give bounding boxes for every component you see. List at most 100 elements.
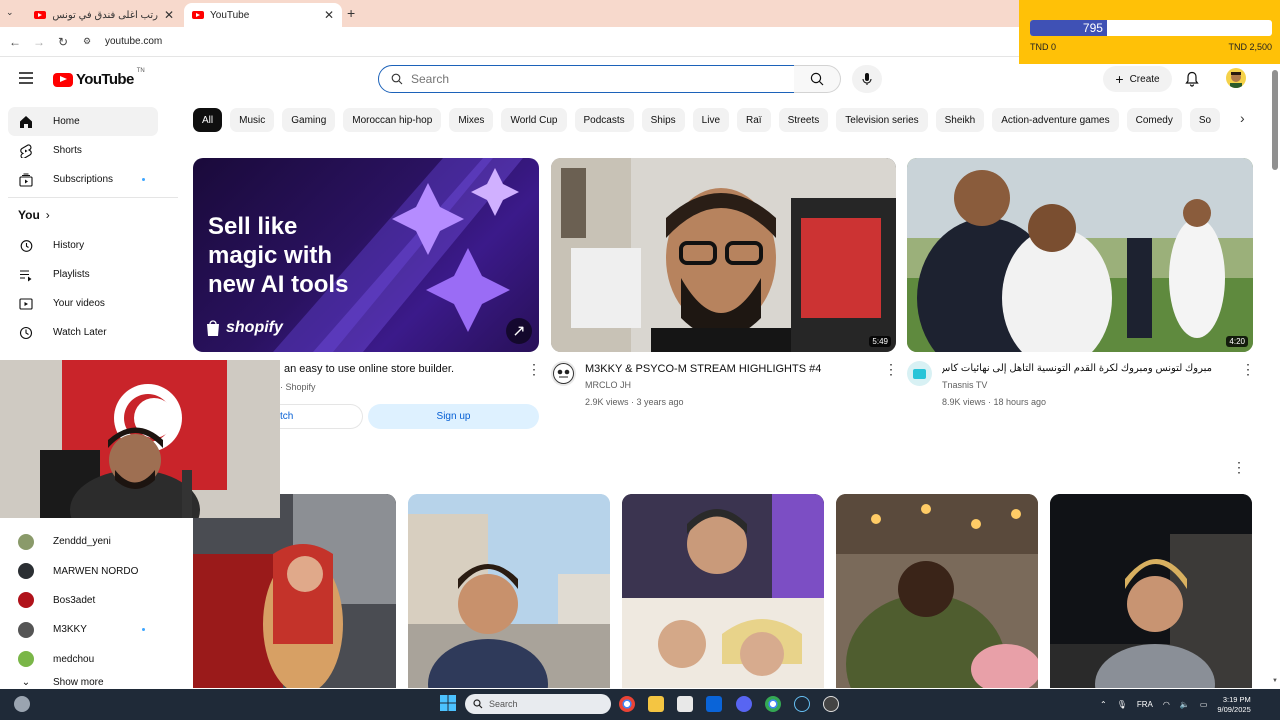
- chip-ra[interactable]: Raï: [737, 108, 771, 132]
- search-box[interactable]: [378, 65, 795, 93]
- create-button[interactable]: + Create: [1103, 66, 1172, 92]
- weather-icon[interactable]: [14, 696, 30, 712]
- language-indicator[interactable]: FRA: [1137, 700, 1153, 709]
- video-title[interactable]: M3KKY & PSYCO-M STREAM HIGHLIGHTS #4: [585, 363, 821, 375]
- search-input[interactable]: [411, 72, 771, 86]
- subscription-item[interactable]: Bos3adet: [8, 586, 183, 615]
- open-external-icon[interactable]: ↗: [506, 318, 532, 344]
- signup-button[interactable]: Sign up: [368, 404, 539, 429]
- back-icon[interactable]: ←: [3, 35, 27, 49]
- donation-progress-track: 795: [1030, 20, 1272, 36]
- chip-streets[interactable]: Streets: [778, 108, 829, 132]
- volume-icon[interactable]: 🔈: [1180, 700, 1190, 709]
- scroll-down-icon[interactable]: ▼: [1272, 678, 1278, 684]
- more-options-icon[interactable]: ⋮: [1241, 362, 1255, 376]
- youtube-favicon-icon: [192, 11, 204, 19]
- new-tab-icon[interactable]: +: [347, 5, 355, 21]
- steam-icon[interactable]: [794, 696, 810, 712]
- store-icon[interactable]: [677, 696, 693, 712]
- channel-avatar[interactable]: [551, 361, 576, 386]
- more-options-icon[interactable]: ⋮: [884, 362, 898, 376]
- short-thumbnail[interactable]: [622, 494, 824, 688]
- notifications-bell-icon[interactable]: [1185, 71, 1199, 92]
- close-tab-icon[interactable]: ✕: [324, 8, 334, 22]
- obs-icon[interactable]: [823, 696, 839, 712]
- watch-later-icon: [18, 325, 34, 341]
- sidebar-item-subscriptions[interactable]: Subscriptions: [8, 165, 178, 194]
- chip-moroccan-hip-hop[interactable]: Moroccan hip-hop: [343, 108, 442, 132]
- channel-avatar[interactable]: [907, 361, 932, 386]
- chip-comedy[interactable]: Comedy: [1126, 108, 1182, 132]
- subscription-item[interactable]: medchou: [8, 645, 183, 674]
- sidebar-item-home[interactable]: Home: [8, 107, 158, 136]
- ad-title[interactable]: an easy to use online store builder.: [284, 363, 454, 375]
- chip-mixes[interactable]: Mixes: [449, 108, 494, 132]
- shorts-shelf-more-icon[interactable]: ⋮: [1232, 460, 1246, 474]
- site-info-icon[interactable]: ⚙: [75, 36, 99, 47]
- sidebar-item-watch-later[interactable]: Watch Later: [8, 318, 178, 347]
- chip-action-adventure-games[interactable]: Action-adventure games: [992, 108, 1119, 132]
- short-thumbnail-image: [408, 494, 610, 688]
- chevron-up-icon[interactable]: ⌃: [1100, 700, 1107, 709]
- windows-start-icon[interactable]: [440, 695, 456, 716]
- sidebar-item-playlists[interactable]: Playlists: [8, 260, 178, 289]
- youtube-logo[interactable]: YouTube TN: [53, 68, 145, 88]
- voice-search-button[interactable]: [852, 65, 882, 93]
- page-scrollbar[interactable]: ▲ ▼: [1270, 60, 1280, 688]
- subscription-item[interactable]: MARWEN NORDO: [8, 556, 183, 585]
- menu-icon[interactable]: [18, 71, 34, 90]
- browser-tab-1[interactable]: رتب أغلى فندق في تونس ل ✕: [26, 3, 182, 27]
- chip-sheikh[interactable]: Sheikh: [935, 108, 985, 132]
- video-thumbnail[interactable]: 5:49: [551, 158, 896, 352]
- discord-icon[interactable]: [736, 696, 752, 712]
- reload-icon[interactable]: ↻: [51, 35, 75, 49]
- chip-so[interactable]: So: [1189, 108, 1221, 132]
- video-title[interactable]: مبروك لتونس ومبروك لكرة القدم التونسية ا…: [942, 363, 1212, 374]
- chip-live[interactable]: Live: [692, 108, 730, 132]
- chrome-icon[interactable]: [619, 696, 635, 712]
- battery-icon[interactable]: ▭: [1200, 700, 1208, 709]
- watch-button[interactable]: tch: [280, 404, 363, 429]
- search-button[interactable]: [794, 65, 841, 93]
- chip-television-series[interactable]: Television series: [836, 108, 928, 132]
- wifi-icon[interactable]: ◠: [1163, 700, 1170, 709]
- chip-ships[interactable]: Ships: [641, 108, 685, 132]
- sidebar-item-shorts[interactable]: Shorts: [8, 136, 178, 165]
- sidebar-item-your-videos[interactable]: Your videos: [8, 289, 178, 318]
- file-explorer-icon[interactable]: [648, 696, 664, 712]
- chip-all[interactable]: All: [193, 108, 223, 132]
- microphone-icon[interactable]: 🎙: [1117, 700, 1127, 709]
- taskbar-search[interactable]: Search: [465, 694, 611, 714]
- short-thumbnail[interactable]: [836, 494, 1038, 688]
- video-thumbnail[interactable]: 4:20: [907, 158, 1253, 352]
- create-label: Create: [1129, 73, 1160, 85]
- account-avatar[interactable]: [1226, 68, 1246, 88]
- subscription-item[interactable]: M3KKY: [8, 615, 183, 644]
- short-thumbnail[interactable]: [193, 494, 396, 688]
- url-field[interactable]: youtube.com: [105, 36, 162, 47]
- scrollbar-thumb[interactable]: [1272, 70, 1278, 170]
- outlook-icon[interactable]: [706, 696, 722, 712]
- sidebar-you-section[interactable]: You ›: [8, 197, 178, 231]
- video-channel[interactable]: MRCLO JH: [585, 380, 631, 390]
- chip-podcasts[interactable]: Podcasts: [574, 108, 634, 132]
- subscription-item[interactable]: Zenddd_yeni: [8, 527, 183, 556]
- show-more-button[interactable]: ⌄ Show more: [8, 674, 183, 688]
- short-thumbnail[interactable]: [1050, 494, 1252, 688]
- chip-world-cup[interactable]: World Cup: [501, 108, 567, 132]
- chrome-active-icon[interactable]: [765, 696, 781, 712]
- short-thumbnail-image: [836, 494, 1038, 688]
- tab-list-chevron-icon[interactable]: ⌄: [6, 7, 14, 18]
- forward-icon[interactable]: →: [27, 35, 51, 49]
- close-tab-icon[interactable]: ✕: [164, 8, 174, 22]
- more-options-icon[interactable]: ⋮: [527, 362, 541, 376]
- browser-tab-2[interactable]: YouTube ✕: [184, 3, 342, 27]
- chip-gaming[interactable]: Gaming: [282, 108, 336, 132]
- short-thumbnail[interactable]: [408, 494, 610, 688]
- chevron-right-icon[interactable]: ›: [1240, 110, 1245, 126]
- sidebar-item-history[interactable]: History: [8, 231, 178, 260]
- clock[interactable]: 3:19 PM 9/09/2025: [1217, 695, 1250, 715]
- you-heading: You: [18, 207, 40, 222]
- chip-music[interactable]: Music: [230, 108, 275, 132]
- video-channel[interactable]: Tnasnis TV: [942, 380, 987, 390]
